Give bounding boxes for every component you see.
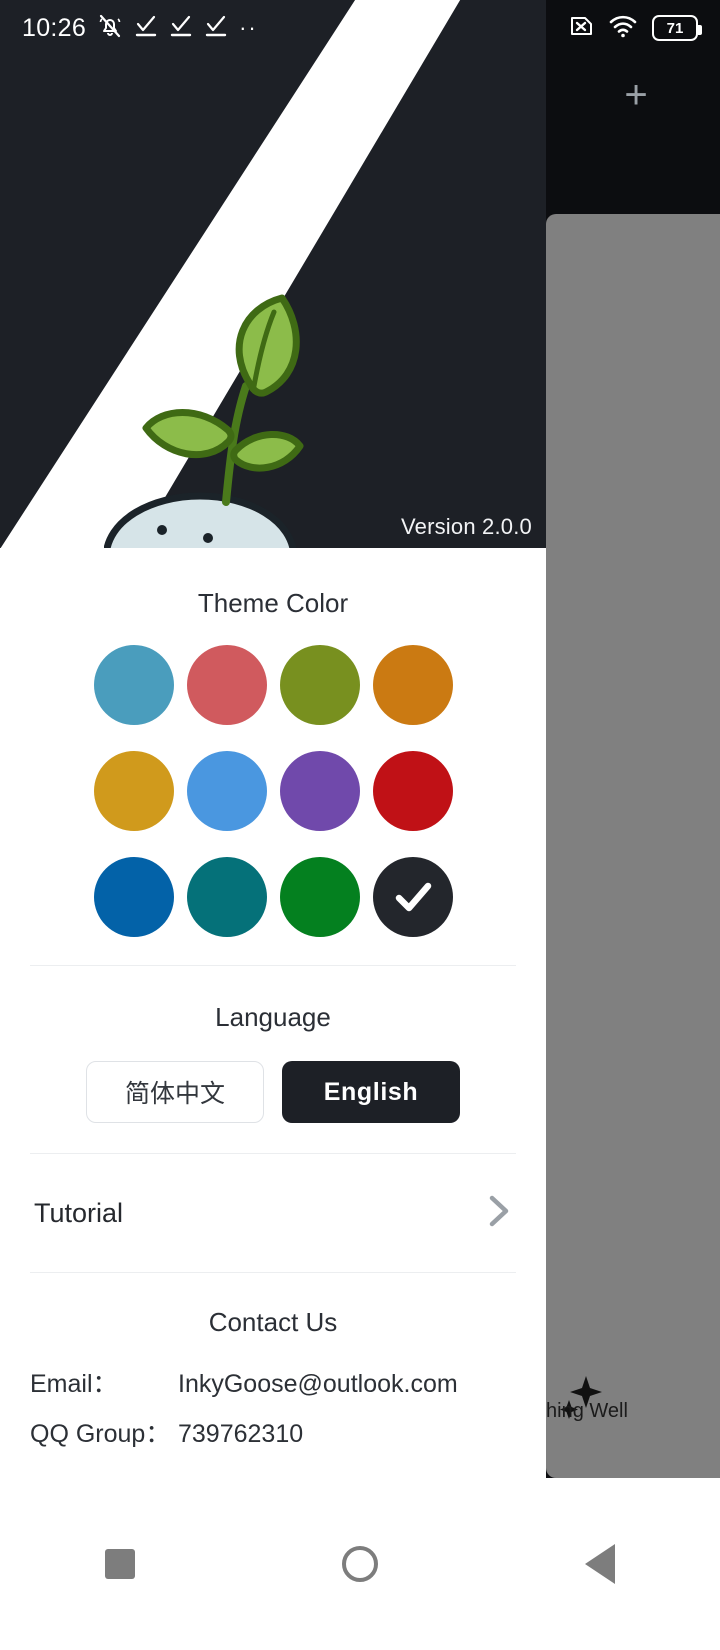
back-triangle-icon bbox=[585, 1544, 615, 1584]
check-icon bbox=[373, 857, 453, 937]
language-title: Language bbox=[215, 1002, 331, 1032]
splash-header: Version 2.0.0 bbox=[0, 0, 546, 548]
theme-swatch-teal[interactable] bbox=[186, 857, 267, 937]
home-button[interactable] bbox=[300, 1534, 420, 1594]
plant-sprout-icon bbox=[104, 294, 304, 548]
contact-value-clipped bbox=[178, 1464, 185, 1478]
contact-section: Contact Us Email： InkyGoose@outlook.com … bbox=[0, 1273, 546, 1478]
theme-swatch-olive-green[interactable] bbox=[279, 645, 360, 725]
contact-list: Email： InkyGoose@outlook.com QQ Group： 7… bbox=[0, 1364, 546, 1478]
theme-swatch-coral-red[interactable] bbox=[186, 645, 267, 725]
chevron-right-icon bbox=[486, 1194, 512, 1233]
contact-value-qq: 739762310 bbox=[178, 1420, 304, 1448]
add-tab-button[interactable]: + bbox=[612, 72, 660, 120]
back-button[interactable] bbox=[540, 1534, 660, 1594]
theme-swatch-sky-blue[interactable] bbox=[186, 751, 267, 831]
tutorial-label: Tutorial bbox=[34, 1197, 124, 1228]
background-app-title: hing Well bbox=[546, 1400, 628, 1422]
theme-swatch-deep-blue[interactable] bbox=[93, 857, 174, 937]
home-circle-icon bbox=[342, 1546, 378, 1582]
contact-row-clipped bbox=[30, 1464, 516, 1478]
contact-row-email[interactable]: Email： InkyGoose@outlook.com bbox=[30, 1364, 516, 1400]
theme-swatch-dark-charcoal[interactable] bbox=[372, 857, 453, 937]
contact-title: Contact Us bbox=[208, 1307, 338, 1337]
contact-row-qq[interactable]: QQ Group： 739762310 bbox=[30, 1414, 516, 1450]
theme-swatch-purple[interactable] bbox=[279, 751, 360, 831]
theme-color-grid bbox=[87, 645, 459, 937]
theme-swatch-crimson[interactable] bbox=[372, 751, 453, 831]
theme-swatch-steel-blue[interactable] bbox=[93, 645, 174, 725]
system-nav-bar bbox=[0, 1478, 720, 1650]
contact-value-email: InkyGoose@outlook.com bbox=[178, 1370, 458, 1398]
theme-swatch-orange[interactable] bbox=[372, 645, 453, 725]
language-section: Language 简体中文 English bbox=[0, 966, 546, 1153]
contact-key-qq: QQ Group： bbox=[30, 1420, 171, 1448]
tutorial-row[interactable]: Tutorial bbox=[0, 1154, 546, 1272]
contact-key-email: Email： bbox=[30, 1370, 118, 1398]
version-label: Version 2.0.0 bbox=[400, 514, 532, 539]
theme-swatch-green[interactable] bbox=[279, 857, 360, 937]
language-option-english[interactable]: English bbox=[282, 1061, 460, 1123]
recents-button[interactable] bbox=[60, 1534, 180, 1594]
language-options: 简体中文 English bbox=[0, 1061, 546, 1123]
settings-sheet: Theme Color Language 简体中文 English Tutori… bbox=[0, 548, 546, 1478]
contact-key-clipped bbox=[30, 1464, 178, 1478]
phone-screen: + hing Well Version 2.0.0 Theme Color La… bbox=[0, 0, 720, 1650]
theme-color-title: Theme Color bbox=[197, 588, 349, 618]
theme-swatch-amber[interactable] bbox=[93, 751, 174, 831]
recents-square-icon bbox=[105, 1549, 135, 1579]
background-app-card[interactable] bbox=[546, 214, 720, 1478]
language-option-chinese[interactable]: 简体中文 bbox=[86, 1061, 264, 1123]
theme-color-section: Theme Color bbox=[0, 548, 546, 965]
